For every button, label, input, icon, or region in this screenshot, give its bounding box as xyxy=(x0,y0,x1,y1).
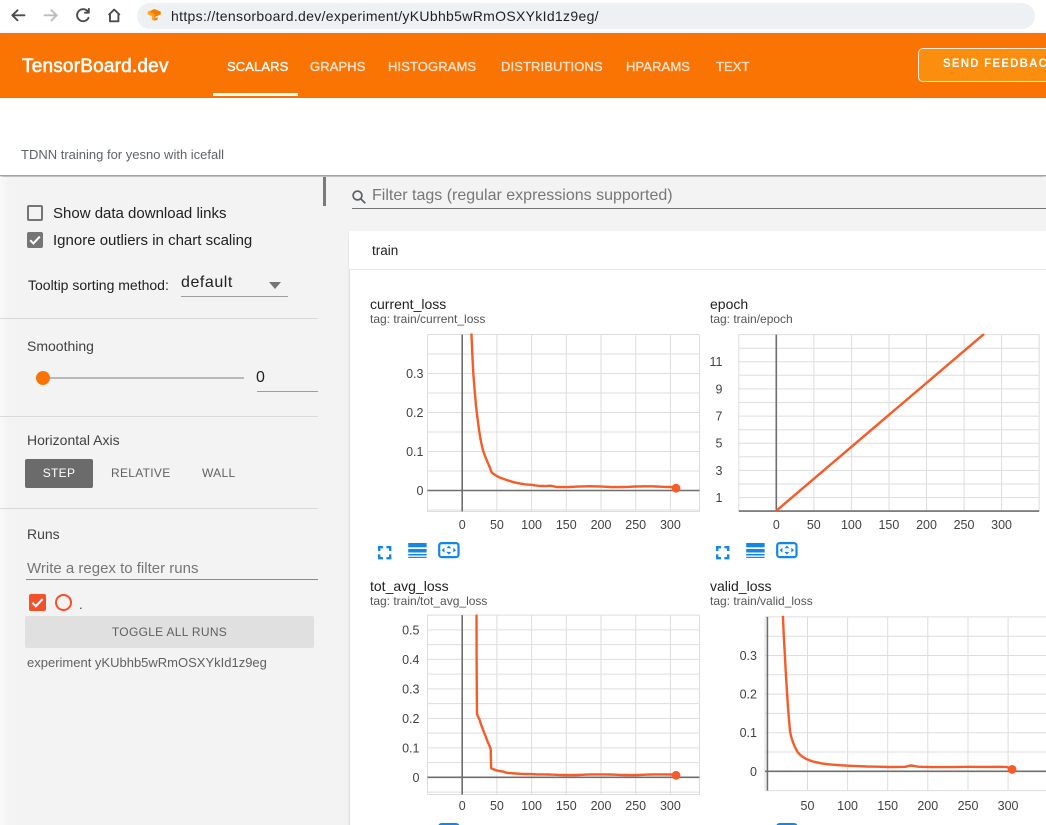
svg-text:200: 200 xyxy=(917,799,938,813)
svg-text:300: 300 xyxy=(660,518,681,532)
svg-text:50: 50 xyxy=(801,799,815,813)
svg-text:100: 100 xyxy=(837,799,858,813)
svg-text:0.1: 0.1 xyxy=(402,741,419,755)
svg-text:0: 0 xyxy=(413,771,420,785)
svg-text:250: 250 xyxy=(954,518,975,532)
svg-text:250: 250 xyxy=(958,799,979,813)
svg-text:7: 7 xyxy=(716,410,723,424)
svg-text:300: 300 xyxy=(998,799,1019,813)
svg-text:0.2: 0.2 xyxy=(740,688,757,702)
svg-text:100: 100 xyxy=(521,799,542,813)
svg-text:0.5: 0.5 xyxy=(402,623,419,637)
svg-text:50: 50 xyxy=(490,518,504,532)
svg-text:3: 3 xyxy=(716,464,723,478)
svg-text:200: 200 xyxy=(916,518,937,532)
svg-text:150: 150 xyxy=(556,799,577,813)
svg-text:150: 150 xyxy=(877,799,898,813)
svg-text:200: 200 xyxy=(591,799,612,813)
svg-text:11: 11 xyxy=(710,355,723,369)
svg-text:50: 50 xyxy=(490,799,504,813)
svg-text:100: 100 xyxy=(521,518,542,532)
svg-text:0.1: 0.1 xyxy=(740,726,757,740)
svg-text:5: 5 xyxy=(716,437,723,451)
svg-text:0.3: 0.3 xyxy=(406,367,423,381)
svg-text:200: 200 xyxy=(591,518,612,532)
svg-text:0.4: 0.4 xyxy=(402,653,419,667)
svg-text:9: 9 xyxy=(716,382,723,396)
svg-text:0.3: 0.3 xyxy=(402,682,419,696)
svg-text:0: 0 xyxy=(417,484,424,498)
svg-text:0: 0 xyxy=(459,799,466,813)
svg-text:300: 300 xyxy=(991,518,1012,532)
svg-text:250: 250 xyxy=(625,799,646,813)
svg-text:150: 150 xyxy=(556,518,577,532)
svg-text:1: 1 xyxy=(716,491,723,505)
svg-text:150: 150 xyxy=(878,518,899,532)
svg-text:0: 0 xyxy=(750,765,757,779)
svg-text:0.1: 0.1 xyxy=(406,445,423,459)
svg-text:0.2: 0.2 xyxy=(406,406,423,420)
svg-text:0.2: 0.2 xyxy=(402,712,419,726)
svg-text:250: 250 xyxy=(625,518,646,532)
svg-text:0: 0 xyxy=(459,518,466,532)
svg-text:100: 100 xyxy=(841,518,862,532)
svg-text:0: 0 xyxy=(773,518,780,532)
svg-text:300: 300 xyxy=(660,799,681,813)
svg-text:0.3: 0.3 xyxy=(740,649,757,663)
svg-text:50: 50 xyxy=(807,518,821,532)
